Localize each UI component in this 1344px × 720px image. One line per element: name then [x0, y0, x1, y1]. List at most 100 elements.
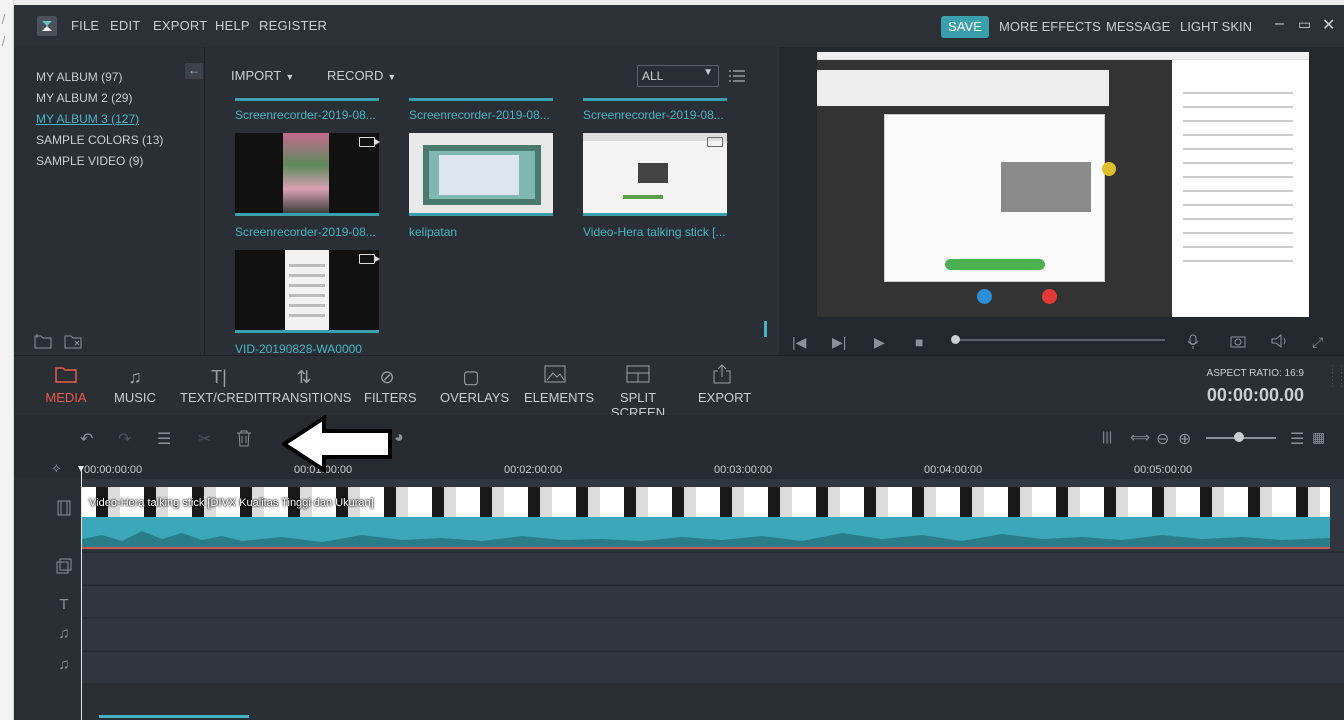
- save-button[interactable]: SAVE: [941, 16, 989, 38]
- tab-music[interactable]: ♫ MUSIC: [114, 364, 156, 405]
- maximize-icon[interactable]: ▭: [1298, 16, 1311, 33]
- adjust-icon[interactable]: ☰: [157, 429, 171, 449]
- message-button[interactable]: MESSAGE: [1106, 19, 1170, 34]
- fit-timeline-icon[interactable]: ⟺: [1130, 429, 1150, 446]
- undo-icon[interactable]: ↶: [80, 429, 93, 449]
- tab-elements[interactable]: ELEMENTS: [524, 364, 594, 405]
- playhead[interactable]: [78, 466, 84, 720]
- ruler-label: 00:00:00:00: [84, 464, 143, 476]
- media-thumbnail[interactable]: [583, 133, 728, 216]
- menu-edit[interactable]: EDIT: [110, 18, 140, 33]
- preview-progress-track[interactable]: [954, 339, 1165, 341]
- video-track-icon: [46, 500, 82, 530]
- media-clip-bar: [235, 98, 379, 101]
- close-icon[interactable]: ✕: [1322, 15, 1335, 35]
- music-track-lane[interactable]: [82, 618, 1344, 650]
- record-dropdown[interactable]: RECORD ▼: [327, 68, 396, 83]
- music-track-2-lane[interactable]: [82, 651, 1344, 683]
- media-thumbnail[interactable]: [235, 133, 380, 216]
- music-track-2-icon: ♫: [58, 656, 70, 673]
- album-item[interactable]: SAMPLE COLORS (13): [36, 133, 163, 147]
- media-item-label[interactable]: Screenrecorder-2019-08...: [583, 108, 729, 122]
- main-toolbar: MEDIA ♫ MUSIC T| TEXT/CREDIT ⇅ TRANSITIO…: [14, 355, 1344, 420]
- media-clip-bar: [409, 98, 553, 101]
- split-screen-icon: [598, 364, 678, 390]
- album-item[interactable]: MY ALBUM (97): [36, 70, 122, 84]
- ruler-label: 00:04:00:00: [924, 464, 983, 476]
- snap-icon[interactable]: ⟡: [52, 460, 61, 476]
- menu-help[interactable]: HELP: [215, 18, 250, 33]
- delete-icon[interactable]: [236, 429, 252, 452]
- menu-lines-icon[interactable]: ☰: [1290, 429, 1304, 449]
- zoom-slider-knob[interactable]: [1234, 432, 1244, 442]
- menu-register[interactable]: REGISTER: [259, 18, 327, 33]
- import-dropdown[interactable]: IMPORT ▼: [231, 68, 294, 83]
- media-thumbnail[interactable]: [235, 250, 380, 333]
- music-note-icon: ♫: [128, 367, 142, 387]
- camera-icon: [359, 137, 380, 147]
- tab-export[interactable]: EXPORT: [698, 364, 751, 405]
- zoom-in-icon[interactable]: ⊕: [1178, 429, 1191, 449]
- ruler-label: 00:05:00:00: [1134, 464, 1193, 476]
- aspect-ratio-label: ASPECT RATIO: 16:9: [1206, 368, 1304, 379]
- filter-select[interactable]: ALL ▼: [637, 65, 719, 87]
- delete-album-icon[interactable]: [64, 333, 82, 354]
- timeline-scrollbar[interactable]: [99, 715, 249, 718]
- more-effects-button[interactable]: MORE EFFECTS: [999, 19, 1101, 34]
- media-scrollbar[interactable]: [764, 321, 767, 337]
- video-clip[interactable]: Video-Hera talking stick [DIVX Kualitas …: [82, 487, 1330, 517]
- media-thumbnail[interactable]: [409, 133, 553, 216]
- timeline-ruler[interactable]: ⟡ 00:00:00:00 00:01:00:00 00:02:00:00 00…: [14, 460, 1344, 478]
- tab-media[interactable]: MEDIA: [42, 364, 90, 405]
- menu-file[interactable]: FILE: [71, 18, 99, 33]
- snapshot-icon[interactable]: [1230, 334, 1246, 351]
- album-item-selected[interactable]: MY ALBUM 3 (127): [36, 112, 139, 126]
- folder-icon: [42, 364, 90, 390]
- overlay-track-lane[interactable]: [82, 552, 1344, 584]
- album-item[interactable]: SAMPLE VIDEO (9): [36, 154, 143, 168]
- tab-filters[interactable]: ⊘ FILTERS: [364, 364, 417, 405]
- play-icon[interactable]: ▶: [874, 334, 885, 351]
- add-album-icon[interactable]: [34, 333, 52, 354]
- fullscreen-icon[interactable]: ⤢: [1312, 334, 1323, 351]
- image-icon: [524, 364, 586, 390]
- pointer-arrow-icon: [282, 415, 392, 473]
- light-skin-button[interactable]: LIGHT SKIN: [1180, 19, 1252, 34]
- media-item-label[interactable]: Screenrecorder-2019-08...: [235, 108, 381, 122]
- volume-icon[interactable]: [1271, 333, 1289, 351]
- audio-mixer-icon[interactable]: |||: [1102, 429, 1112, 444]
- minimize-icon[interactable]: –: [1275, 15, 1284, 33]
- prev-frame-icon[interactable]: |◀: [792, 334, 806, 351]
- list-view-icon[interactable]: [729, 69, 745, 82]
- media-item-label[interactable]: VID-20190828-WA0000: [235, 342, 381, 356]
- music-track-icon: ♫: [58, 625, 70, 642]
- stop-icon[interactable]: ■: [915, 334, 923, 350]
- tab-transitions[interactable]: ⇅ TRANSITIONS: [264, 364, 351, 405]
- camera-icon: [707, 137, 728, 147]
- menu-export[interactable]: EXPORT: [153, 18, 207, 33]
- tab-text-credit[interactable]: T| TEXT/CREDIT: [180, 364, 265, 405]
- preview-screen: [817, 52, 1309, 317]
- resize-grip[interactable]: ⋮⋮ ⋮⋮ ⋮⋮: [1328, 365, 1344, 406]
- album-item[interactable]: MY ALBUM 2 (29): [36, 91, 132, 105]
- media-item-label[interactable]: Screenrecorder-2019-08...: [235, 225, 381, 239]
- media-item-label[interactable]: Video-Hera talking stick [...: [583, 225, 729, 239]
- redo-icon[interactable]: ↷: [118, 429, 131, 449]
- timeline-tracks: Video-Hera talking stick [DIVX Kualitas …: [14, 478, 1344, 720]
- tab-overlays[interactable]: ▢ OVERLAYS: [440, 364, 509, 405]
- preview-progress-knob[interactable]: [951, 335, 960, 344]
- mic-icon[interactable]: [1187, 334, 1199, 353]
- media-item-label[interactable]: Screenrecorder-2019-08...: [409, 108, 555, 122]
- cut-icon[interactable]: ✂: [198, 429, 211, 449]
- tab-split-screen[interactable]: SPLIT SCREEN: [598, 364, 678, 420]
- zoom-out-icon[interactable]: ⊖: [1156, 429, 1169, 449]
- audio-waveform[interactable]: [82, 517, 1330, 549]
- title-bar: FILE EDIT EXPORT HELP REGISTER SAVE MORE…: [14, 5, 1344, 47]
- media-item-label[interactable]: kelipatan: [409, 225, 555, 239]
- back-arrow-icon[interactable]: ←: [185, 63, 203, 79]
- palette-icon[interactable]: ◕: [394, 429, 404, 447]
- logo-icon[interactable]: [37, 16, 57, 36]
- next-frame-icon[interactable]: ▶|: [832, 334, 846, 351]
- grid-view-icon[interactable]: ▦: [1312, 429, 1325, 446]
- text-track-lane[interactable]: [82, 585, 1344, 617]
